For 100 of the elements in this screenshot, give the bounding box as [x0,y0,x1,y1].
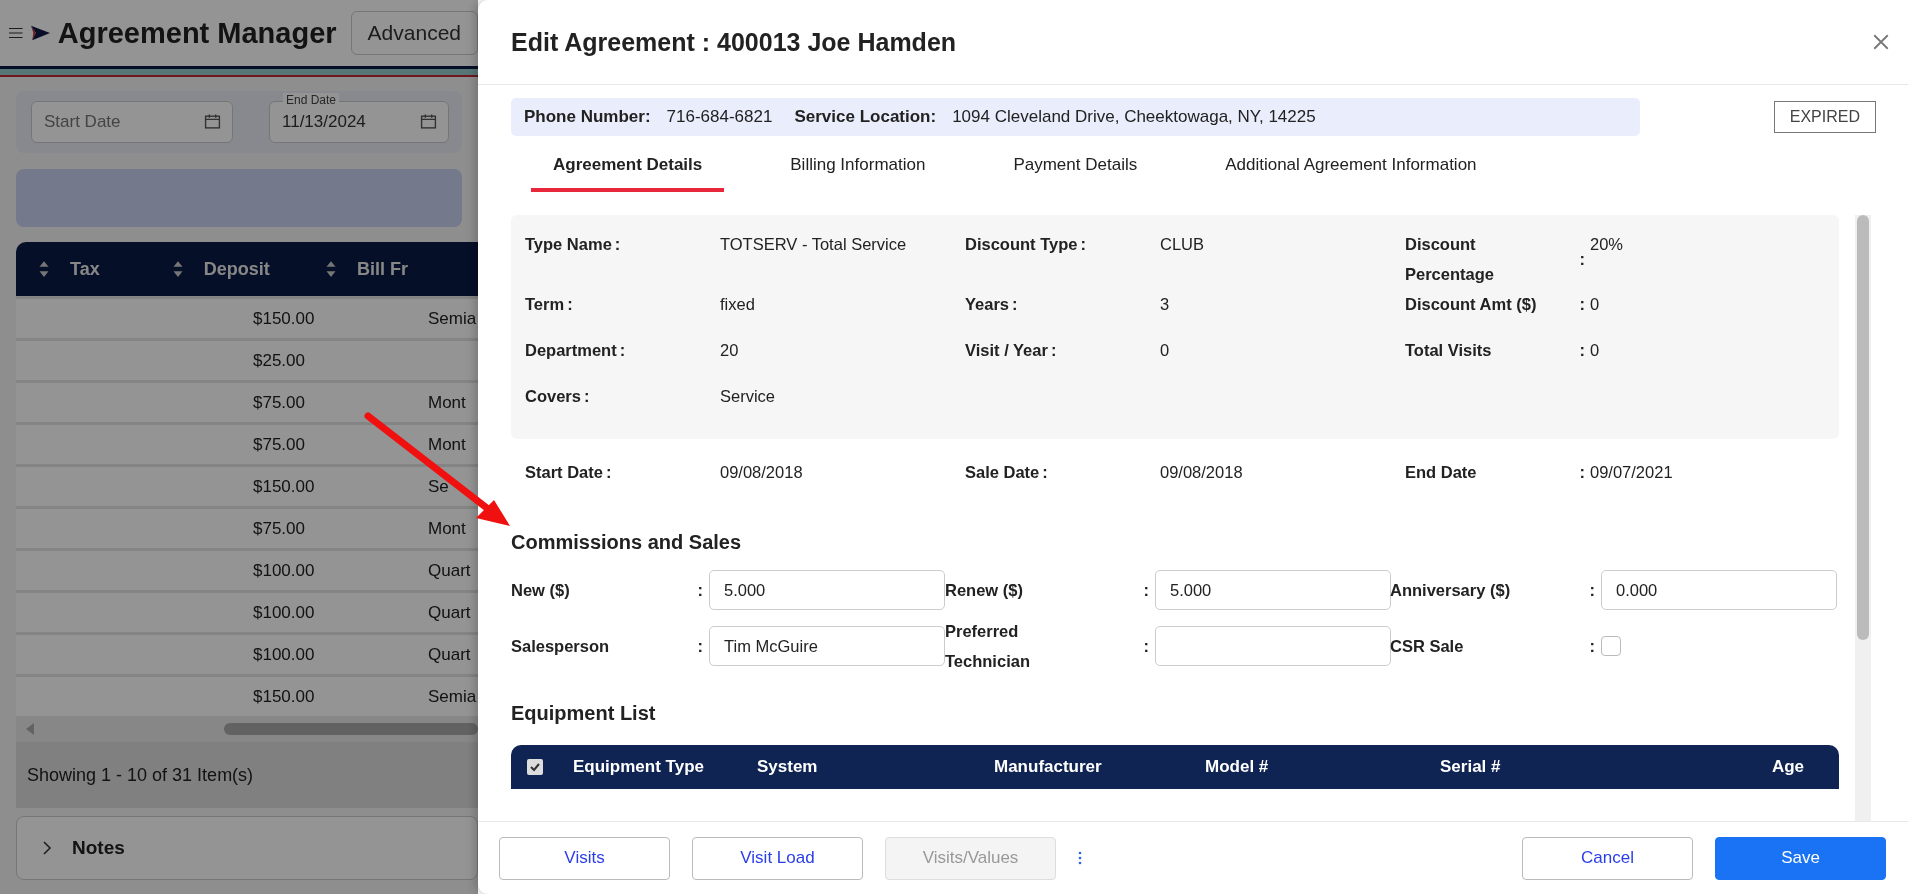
field-label: Discount Amt ($) [1405,294,1537,315]
dialog-title: Edit Agreement : 400013 Joe Hamden [511,27,957,57]
sort-icon[interactable] [38,260,50,278]
info-value: 1094 Cleveland Drive, Cheektowaga, NY, 14225 [952,107,1316,127]
tab[interactable]: Billing Information [768,141,948,192]
column-header[interactable]: Bill Fr [356,258,408,280]
colon: : [1589,580,1595,600]
table-cell: Mont [428,434,466,455]
table-cell: Quart [428,560,471,581]
info-label: Phone Number: [524,107,651,127]
info-label: Service Location: [794,107,937,127]
table-cell-text: $25.00 [253,350,306,371]
field-label: New ($) [511,580,570,601]
input-field[interactable] [1155,626,1391,666]
colon: : [1579,340,1585,360]
column-header[interactable]: Tax [70,258,100,280]
field-label: Department [525,340,617,361]
checkbox[interactable] [527,759,543,775]
section-heading: Commissions and Sales [511,531,743,554]
info-value: 716-684-6821 [666,107,773,127]
table-cell-text: $75.00 [253,434,306,455]
start-date-field[interactable]: Start Date [31,101,233,143]
column-header[interactable]: System [757,757,994,777]
chevron-icon[interactable] [42,840,52,856]
colon: : [1080,234,1086,254]
colon: : [1143,636,1149,656]
field-value: 09/08/2018 [720,462,804,483]
field-label: Start Date [525,462,603,483]
input-field[interactable]: Tim McGuire [709,626,945,666]
footer-button[interactable]: Visits [499,836,670,880]
colon: : [1579,294,1585,314]
column-header[interactable]: Manufacturer [994,757,1205,777]
table-cell: Quart [428,644,471,665]
input-field[interactable]: 5.000 [1155,570,1391,610]
advanced-button[interactable]: Advanced [350,11,478,55]
field-label: Total Visits [1405,340,1492,361]
field-label: Covers [525,386,581,407]
status-badge: EXPIRED [1773,101,1876,133]
pager-text: Showing 1 - 10 of 31 Item(s) [27,764,254,786]
field-label: Discount Type [965,234,1078,255]
table-cell: Mont [428,392,466,413]
column-header[interactable]: Deposit [203,258,270,280]
colon: : [614,234,621,254]
tab[interactable]: Additional Agreement Information [1203,141,1499,192]
field-label: Visit / Year [965,340,1048,361]
sort-icon[interactable] [171,260,184,278]
field-value: 20% [1590,234,1625,255]
table-cell: Semia [428,686,477,707]
calendar-icon[interactable] [204,113,221,130]
table-cell-text: $150.00 [253,476,316,497]
sort-icon[interactable] [324,260,337,278]
field-label: CSR Sale [1390,636,1464,657]
column-header[interactable]: Serial # [1440,757,1690,777]
field-label: Type Name [525,234,612,255]
field-label: Anniversary ($) [1390,580,1511,601]
field-label: Term [525,294,565,315]
footer-button[interactable]: Visit Load [692,836,863,880]
field-value: TOTSERV - Total Service [720,234,908,255]
column-header[interactable]: Age [1771,757,1804,777]
checkbox[interactable] [1601,636,1621,656]
notes-panel[interactable]: Notes [16,816,478,880]
close-icon[interactable] [1872,33,1890,51]
notes-title: Notes [72,837,125,859]
field-label: Salesperson [511,636,610,657]
table-cell-text: $100.00 [253,602,316,623]
table-cell-text: $100.00 [253,560,316,581]
more-icon[interactable] [1078,850,1082,866]
colon: : [1579,462,1585,482]
save-button[interactable]: Save [1715,836,1886,880]
input-field[interactable]: 0.000 [1601,570,1837,610]
tab[interactable]: Agreement Details [531,141,725,192]
app-title: Agreement Manager [57,16,337,50]
field-label: End Date [283,93,340,107]
colon: : [1579,249,1585,269]
horizontal-scrollbar[interactable] [16,716,478,742]
field-label: Renew ($) [945,580,1023,601]
field-value: 0 [1160,340,1171,361]
colon: : [619,340,626,360]
colon: : [605,462,612,482]
table-cell: Mont [428,518,466,539]
table-cell: Quart [428,602,471,623]
colon: : [1589,636,1595,656]
table-cell-text: $150.00 [253,308,316,329]
colon: : [1050,340,1057,360]
field-value: 3 [1160,294,1171,315]
field-label: Years [965,294,1010,315]
tab[interactable]: Payment Details [991,141,1160,192]
column-header[interactable]: Equipment Type [573,757,757,777]
colon: : [1012,294,1018,314]
table-cell-text: $100.00 [253,644,316,665]
vertical-scrollbar[interactable] [1855,215,1871,821]
table-cell-text: $150.00 [253,686,316,707]
colon: : [697,580,703,600]
field-value: fixed [720,294,756,315]
input-field[interactable]: 5.000 [709,570,945,610]
column-header[interactable]: Model # [1205,757,1440,777]
field-label: Preferred Technician [945,621,1031,672]
cancel-button[interactable]: Cancel [1522,836,1693,880]
colon: : [697,636,703,656]
calendar-icon[interactable] [420,113,437,130]
